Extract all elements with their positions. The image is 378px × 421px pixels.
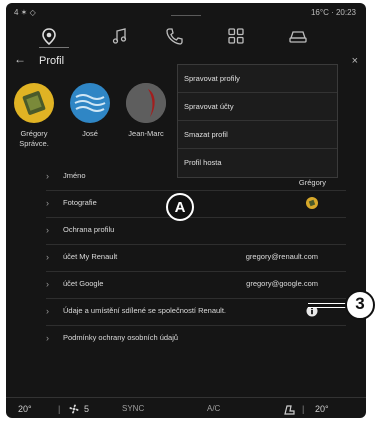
- profile-photo-thumbnail: [306, 197, 318, 209]
- row-google-account[interactable]: › účet Google gregory@google.com: [46, 272, 346, 299]
- row-label: Jméno: [63, 171, 86, 180]
- row-photo[interactable]: › Fotografie: [46, 191, 346, 218]
- footer-divider: |: [58, 404, 61, 414]
- menu-item-label: Spravovat účty: [184, 102, 234, 111]
- row-label: Fotografie: [63, 198, 97, 207]
- avatar-jean-marc[interactable]: [126, 83, 166, 123]
- chevron-right-icon: ›: [46, 252, 49, 262]
- ac-button[interactable]: A/C: [207, 404, 220, 413]
- avatar-jean-marc-image: [126, 83, 166, 123]
- profile-name-jean-marc: Jean-Marc: [128, 129, 164, 138]
- row-name[interactable]: › Jméno Grégory: [46, 164, 346, 191]
- active-tab-indicator: [39, 47, 69, 48]
- music-icon[interactable]: [110, 27, 130, 45]
- avatar-jose-image: [74, 94, 106, 112]
- chevron-right-icon: ›: [46, 171, 49, 181]
- status-divider: [171, 15, 201, 16]
- row-value-name: Grégory: [298, 178, 326, 187]
- avatar-gregory[interactable]: [14, 83, 54, 123]
- row-value-renault-email: gregory@renault.com: [245, 252, 318, 261]
- row-profile-protection[interactable]: › Ochrana profilu: [46, 218, 346, 245]
- fan-icon[interactable]: [68, 403, 80, 415]
- infotainment-screen: 4 ✶ ◇ 16°C · 20:23 ← Profil × Grégory Sp…: [6, 3, 366, 418]
- location-icon[interactable]: [39, 27, 59, 45]
- footer-divider: |: [302, 404, 305, 414]
- status-icons: 4 ✶ ◇: [14, 8, 36, 17]
- menu-item-label: Spravovat profily: [184, 74, 240, 83]
- top-nav: [6, 23, 366, 49]
- annotation-a-label: A: [174, 199, 186, 216]
- row-label: Podmínky ochrany osobních údajů: [63, 333, 179, 342]
- fan-level: 5: [84, 404, 90, 414]
- row-my-renault-account[interactable]: › účet My Renault gregory@renault.com: [46, 245, 346, 272]
- avatar-jose[interactable]: [70, 83, 110, 123]
- status-temp-time: 16°C · 20:23: [311, 8, 356, 17]
- row-label: Údaje a umístění sdílené se společností …: [63, 306, 227, 315]
- callout-3-label: 3: [355, 294, 365, 313]
- page-title: Profil: [39, 55, 65, 67]
- row-label: účet Google: [63, 279, 104, 288]
- car-icon[interactable]: [288, 27, 308, 45]
- menu-item-delete-profile[interactable]: Smazat profil: [178, 121, 337, 149]
- row-label: účet My Renault: [63, 252, 118, 261]
- apps-grid-icon[interactable]: [226, 27, 246, 45]
- climate-bar: 20° | 5 SYNC A/C | 20°: [6, 397, 366, 418]
- sync-button[interactable]: SYNC: [122, 404, 144, 413]
- menu-item-manage-profiles[interactable]: Spravovat profily: [178, 65, 337, 93]
- profile-options-menu: Spravovat profily Spravovat účty Smazat …: [177, 64, 338, 178]
- outside-temperature: 16°C: [310, 8, 329, 17]
- chevron-right-icon: ›: [46, 198, 49, 208]
- callout-line: [308, 303, 346, 308]
- annotation-callout-3: 3: [345, 290, 375, 320]
- clock: 20:23: [335, 8, 356, 17]
- close-button[interactable]: ×: [352, 55, 358, 67]
- menu-item-manage-accounts[interactable]: Spravovat účty: [178, 93, 337, 121]
- row-label: Ochrana profilu: [63, 225, 115, 234]
- phone-icon[interactable]: [164, 27, 184, 45]
- annotation-marker-a: A: [166, 193, 194, 221]
- row-value-google-email: gregory@google.com: [246, 279, 318, 288]
- menu-item-label: Smazat profil: [184, 130, 228, 139]
- profile-name-jose: José: [82, 129, 98, 138]
- profile-name-gregory: Grégory: [20, 129, 48, 138]
- back-button[interactable]: ←: [14, 52, 26, 66]
- seat-heating-icon[interactable]: [282, 403, 296, 415]
- left-temperature[interactable]: 20°: [18, 404, 32, 414]
- row-privacy-terms[interactable]: › Podmínky ochrany osobních údajů: [46, 326, 346, 352]
- avatar-gregory-image: [22, 91, 46, 115]
- chevron-right-icon: ›: [46, 306, 49, 316]
- chevron-right-icon: ›: [46, 225, 49, 235]
- row-data-sharing[interactable]: › Údaje a umístění sdílené se společnost…: [46, 299, 346, 326]
- right-temperature[interactable]: 20°: [315, 404, 329, 414]
- profile-role-gregory: Správce.: [19, 139, 49, 148]
- chevron-right-icon: ›: [46, 279, 49, 289]
- chevron-right-icon: ›: [46, 333, 49, 343]
